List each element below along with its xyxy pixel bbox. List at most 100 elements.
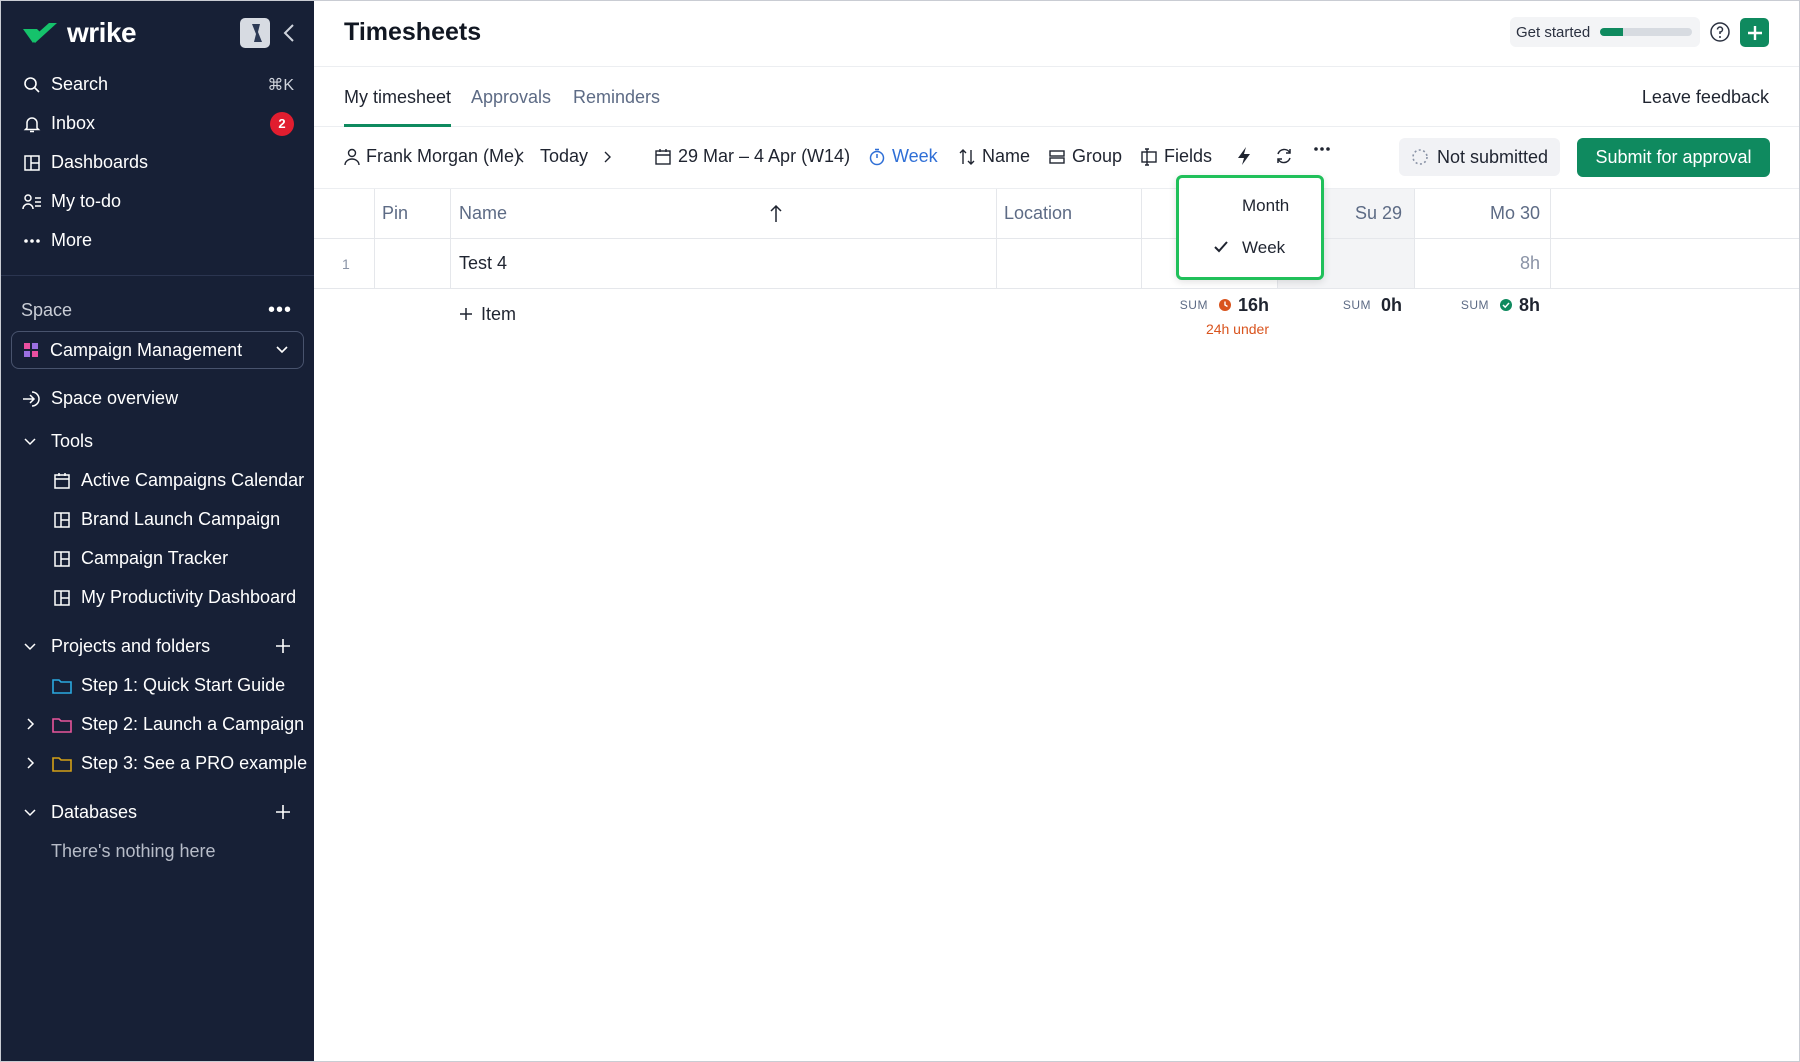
row-index: 1 bbox=[342, 255, 350, 272]
submission-status: Not submitted bbox=[1399, 138, 1561, 176]
stopwatch-icon bbox=[869, 148, 885, 165]
status-spinner-icon bbox=[1412, 149, 1428, 165]
refresh-button[interactable] bbox=[1274, 146, 1294, 166]
get-started-progress bbox=[1600, 28, 1693, 36]
databases-empty: There's nothing here bbox=[1, 832, 314, 871]
submit-for-approval-button[interactable]: Submit for approval bbox=[1577, 138, 1770, 177]
project-label: Step 2: Launch a Campaign bbox=[81, 714, 305, 734]
table-row[interactable]: 1 Test 4 16h 8h bbox=[314, 239, 1799, 289]
sort-ascending-icon[interactable] bbox=[769, 189, 783, 238]
tool-label: My Productivity Dashboard bbox=[81, 587, 297, 607]
automation-button[interactable] bbox=[1236, 146, 1252, 166]
space-more-icon[interactable]: ••• bbox=[268, 299, 292, 322]
period-option-label: Week bbox=[1242, 238, 1286, 257]
lightning-icon bbox=[1238, 147, 1250, 165]
nav-more[interactable]: More bbox=[1, 221, 314, 260]
nav-label: More bbox=[51, 230, 93, 250]
sum-label: SUM bbox=[1460, 298, 1489, 312]
nav-inbox[interactable]: Inbox 2 bbox=[1, 104, 314, 143]
sidebar: wrike Search ⌘K Inbox 2 Dashboards My to… bbox=[1, 1, 314, 1061]
more-options-button[interactable] bbox=[1313, 146, 1331, 152]
fields-icon bbox=[1141, 147, 1157, 166]
chevron-right-icon[interactable] bbox=[23, 756, 37, 770]
user-filter[interactable]: Frank Morgan (Me) bbox=[344, 146, 520, 167]
tool-item[interactable]: Campaign Tracker bbox=[1, 539, 314, 578]
project-item[interactable]: Step 1: Quick Start Guide bbox=[1, 666, 314, 705]
nav-search[interactable]: Search ⌘K bbox=[1, 65, 314, 104]
calendar-icon bbox=[655, 148, 671, 165]
row-day-cell[interactable]: 8h bbox=[1415, 239, 1540, 288]
tool-label: Brand Launch Campaign bbox=[81, 509, 281, 529]
group-label: Group bbox=[1072, 146, 1123, 166]
period-option-week[interactable]: Week bbox=[1179, 228, 1321, 268]
date-range-label: 29 Mar – 4 Apr (W14) bbox=[678, 146, 851, 166]
period-dropdown: Month Week bbox=[1176, 175, 1324, 280]
wrike-check-icon bbox=[23, 23, 57, 43]
chevron-right-icon[interactable] bbox=[23, 717, 37, 731]
tool-item[interactable]: Brand Launch Campaign bbox=[1, 500, 314, 539]
chevron-left-icon[interactable] bbox=[514, 150, 528, 164]
avatar[interactable] bbox=[240, 18, 270, 48]
period-option-month[interactable]: Month bbox=[1179, 186, 1321, 226]
plus-icon bbox=[1747, 25, 1762, 40]
column-header-name[interactable]: Name bbox=[459, 189, 507, 238]
dashboard-icon bbox=[51, 509, 73, 531]
project-item[interactable]: Step 2: Launch a Campaign bbox=[1, 705, 314, 744]
table-header: Pin Name Location Total Su 29 Mo 30 bbox=[314, 189, 1799, 239]
space-select[interactable]: Campaign Management bbox=[11, 331, 304, 369]
nav-dashboards[interactable]: Dashboards bbox=[1, 143, 314, 182]
fields-button[interactable]: Fields bbox=[1140, 146, 1212, 167]
add-item-button[interactable]: Item bbox=[459, 303, 516, 325]
sum-day: SUM 8h bbox=[1415, 293, 1540, 317]
tool-item[interactable]: Active Campaigns Calendar bbox=[1, 461, 314, 500]
add-button[interactable] bbox=[1740, 18, 1769, 47]
tab-my-timesheet[interactable]: My timesheet bbox=[344, 87, 451, 108]
get-started-widget[interactable]: Get started bbox=[1510, 17, 1700, 47]
folder-icon bbox=[51, 714, 73, 736]
group-button[interactable]: Group bbox=[1048, 146, 1122, 167]
column-header-location[interactable]: Location bbox=[1004, 189, 1072, 238]
sum-total-value: 16h bbox=[1237, 294, 1269, 315]
date-range-picker[interactable]: 29 Mar – 4 Apr (W14) bbox=[654, 146, 850, 167]
column-header-day[interactable]: Mo 30 bbox=[1415, 189, 1540, 238]
period-option-label: Month bbox=[1242, 196, 1290, 215]
help-icon[interactable] bbox=[1709, 21, 1731, 43]
sum-total: SUM 16h bbox=[1141, 293, 1269, 317]
tool-label: Active Campaigns Calendar bbox=[81, 470, 305, 490]
dashboard-icon bbox=[51, 548, 73, 570]
add-project-icon[interactable] bbox=[274, 637, 292, 655]
projects-label: Projects and folders bbox=[51, 636, 211, 656]
space-overview[interactable]: Space overview bbox=[1, 379, 314, 418]
sidebar-divider bbox=[1, 275, 314, 276]
collapse-sidebar-icon[interactable] bbox=[280, 21, 298, 45]
tab-approvals[interactable]: Approvals bbox=[471, 87, 551, 108]
add-database-icon[interactable] bbox=[274, 803, 292, 821]
date-nav: Today bbox=[514, 146, 614, 167]
tools-section[interactable]: Tools bbox=[1, 422, 314, 461]
projects-section[interactable]: Projects and folders bbox=[1, 627, 314, 666]
chevron-right-icon[interactable] bbox=[600, 150, 614, 164]
project-item[interactable]: Step 3: See a PRO example bbox=[1, 744, 314, 783]
logo-row: wrike bbox=[1, 1, 314, 65]
row-name[interactable]: Test 4 bbox=[459, 239, 507, 288]
sort-button[interactable]: Name bbox=[958, 146, 1030, 167]
nav-label: My to-do bbox=[51, 191, 122, 211]
get-started-label: Get started bbox=[1516, 23, 1591, 41]
tab-reminders[interactable]: Reminders bbox=[573, 87, 660, 108]
checkmark-icon bbox=[1214, 241, 1228, 253]
space-overview-label: Space overview bbox=[51, 388, 179, 408]
progress-fill bbox=[1600, 28, 1624, 36]
brand-name: wrike bbox=[67, 17, 137, 48]
toolbar: Frank Morgan (Me) Today 29 Mar – 4 Apr (… bbox=[314, 127, 1799, 189]
databases-section[interactable]: Databases bbox=[1, 793, 314, 832]
tool-item[interactable]: My Productivity Dashboard bbox=[1, 578, 314, 617]
period-selector[interactable]: Week bbox=[868, 146, 938, 167]
nav-my-todo[interactable]: My to-do bbox=[1, 182, 314, 221]
today-button[interactable]: Today bbox=[540, 146, 588, 167]
wrike-logo[interactable]: wrike bbox=[21, 17, 137, 49]
fields-label: Fields bbox=[1164, 146, 1213, 166]
more-icon bbox=[21, 230, 43, 252]
sum-day-value: 0h bbox=[1380, 294, 1402, 315]
leave-feedback-link[interactable]: Leave feedback bbox=[1642, 87, 1769, 108]
column-header-pin[interactable]: Pin bbox=[382, 189, 408, 238]
